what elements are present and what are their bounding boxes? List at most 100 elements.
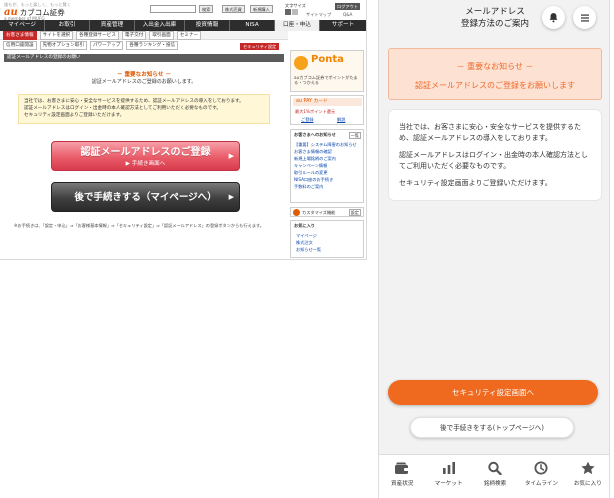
subnav-services[interactable]: 各種登録サービス xyxy=(76,30,119,40)
clock-icon xyxy=(534,461,548,475)
customer-news-title: お客さまへのお知らせ xyxy=(294,132,336,137)
register-email-sub: 手続き画面へ xyxy=(131,161,166,167)
do-later-top-button[interactable]: 後で手続きをする(トップページへ) xyxy=(410,417,574,438)
pc-body-box: 当社では、お客さまに安心・安全なサービスを提供するため、認証メールアドレスの導入… xyxy=(18,94,270,124)
aupay-register-link[interactable]: ご登録 xyxy=(301,117,314,122)
do-later-mypage-button[interactable]: 後で手続きする（マイページへ） ▶ xyxy=(51,182,240,212)
pc-body-line: 認証メールアドレスはログイン・出金時の本人確認方法としてご利用いただく必要なもの… xyxy=(24,106,221,111)
qa-link[interactable]: Q&A xyxy=(343,12,352,17)
nav-trade[interactable]: お取引 xyxy=(45,20,90,31)
subnav-site-select[interactable]: サイトを選択 xyxy=(39,30,74,40)
customize-button[interactable]: 設定 xyxy=(348,208,361,216)
register-email-button[interactable]: 認証メールアドレスのご登録 ▶ 手続き画面へ ▶ xyxy=(51,141,240,171)
register-email-label: 認証メールアドレスのご登録 xyxy=(80,147,211,158)
tab-market[interactable]: マーケット xyxy=(425,455,471,498)
notice-message: 認証メールアドレスのご登録をお願いします xyxy=(415,81,575,90)
tab-favorites-label: お気に入り xyxy=(573,481,602,487)
subnav-trading-screen[interactable]: 取引画面 xyxy=(149,30,174,40)
tab-assets[interactable]: 資産状況 xyxy=(379,455,425,498)
subnav-e-delivery[interactable]: 電子交付 xyxy=(121,30,147,40)
font-size-switch[interactable] xyxy=(285,9,298,15)
header-search-input[interactable] xyxy=(150,5,196,13)
notification-bell-button[interactable] xyxy=(542,6,565,29)
subnav-customer-info[interactable]: お客さま情報 xyxy=(3,30,37,40)
customize-label: カスタマイズ機能 xyxy=(302,209,336,215)
search-icon xyxy=(488,461,502,475)
customer-news-box: お客さまへのお知らせ 一覧 【重要】システム障害のお知らせ お客さま情報の確認 … xyxy=(290,129,364,203)
nav-info[interactable]: 投資情報 xyxy=(185,20,230,31)
tab-assets-label: 資産状況 xyxy=(391,481,414,487)
global-nav: マイページ お取引 資産管理 入出金入出庫 投資情報 NISA 口座・申込 サポ… xyxy=(0,20,366,31)
subnav-margin[interactable]: 信用口座開設 xyxy=(3,41,37,50)
nav-assets[interactable]: 資産管理 xyxy=(90,20,135,31)
nav-deposit[interactable]: 入出金入出庫 xyxy=(135,20,185,31)
nav-account[interactable]: 口座・申込 xyxy=(275,20,320,31)
news-item[interactable]: お客さま情報の確認 xyxy=(294,149,362,154)
news-item[interactable]: 【重要】システム障害のお知らせ xyxy=(294,142,362,147)
bottom-tab-bar: 資産状況 マーケット 銘柄検索 タイムライン お気に入り xyxy=(379,454,609,498)
subnav-futures[interactable]: 先物オプション取引 xyxy=(39,41,87,50)
do-later-label: 後で手続きする（マイページへ） xyxy=(74,192,217,203)
logout-button[interactable]: ログアウト xyxy=(335,3,360,10)
ponta-banner[interactable]: Ponta auカブコム証券でポイントがたまる・つかえる xyxy=(290,50,364,92)
news-item[interactable]: キャンペーン情報 xyxy=(294,163,362,168)
caret-right-icon: ▶ xyxy=(228,152,234,160)
aupay-title: au PAY カード xyxy=(293,98,362,106)
security-settings-tag[interactable]: セキュリティ設定 xyxy=(240,43,280,50)
tab-search-label: 銘柄検索 xyxy=(483,481,507,487)
notice-heading: － 重要なお知らせ － xyxy=(456,62,534,71)
pc-body-line: 当社では、お客さまに安心・安全なサービスを提供するため、認証メールアドレスの導入… xyxy=(24,99,244,104)
favorite-item[interactable]: マイページ xyxy=(296,233,317,238)
aupay-banner[interactable]: au PAY カード 最大1%ポイント還元 ご登録 解説 xyxy=(290,95,364,125)
security-settings-button[interactable]: セキュリティ設定画面へ xyxy=(388,380,598,405)
favorite-item[interactable]: 株式注文 xyxy=(296,240,313,245)
font-size-label: 文字サイズ xyxy=(285,3,306,8)
wallet-icon xyxy=(395,462,410,474)
nav-nisa[interactable]: NISA xyxy=(230,20,275,31)
subnav-powerup[interactable]: パワーアップ xyxy=(89,41,124,50)
info-paragraph: 当社では、お客さまに安心・安全なサービスを提供するため、認証メールアドレスの導入… xyxy=(399,123,581,142)
pc-footer-note: ※お手続きは、「設定・申込」⇒「お客様基本情報」⇒「セキュリティ設定」⇒「認証メ… xyxy=(14,223,264,228)
star-icon xyxy=(581,461,595,475)
header-search-button[interactable]: 検索 xyxy=(199,5,214,13)
aupay-detail-link[interactable]: 解説 xyxy=(337,117,345,122)
tab-favorites[interactable]: お気に入り xyxy=(565,455,609,498)
info-card: 当社では、お客さまに安心・安全なサービスを提供するため、認証メールアドレスの導入… xyxy=(388,109,602,201)
tab-timeline[interactable]: タイムライン xyxy=(518,455,564,498)
sub-nav-1: お客さま情報 サイトを選択 各種登録サービス 電子交付 取引画面 セミナー xyxy=(0,30,288,40)
sitemap-link[interactable]: サイトマップ xyxy=(306,12,331,17)
info-paragraph: 認証メールアドレスはログイン・出金時の本人確認方法としてご利用いただく必要なもの… xyxy=(399,151,588,170)
important-notice-box: － 重要なお知らせ － 認証メールアドレスのご登録をお願いします xyxy=(388,48,602,100)
nav-mypage[interactable]: マイページ xyxy=(0,20,45,31)
header-link-stock-trade[interactable]: 株式売買 xyxy=(222,5,245,13)
customize-icon xyxy=(293,208,300,216)
page-title-bar: 認証メールアドレスの登録のお願い xyxy=(4,54,284,62)
tab-search[interactable]: 銘柄検索 xyxy=(472,455,518,498)
customer-news-more[interactable]: 一覧 xyxy=(348,132,361,139)
pc-sidebar: Ponta auカブコム証券でポイントがたまる・つかえる au PAY カード … xyxy=(290,50,366,259)
aupay-text: 最大1%ポイント還元 xyxy=(295,109,336,114)
bar-chart-icon xyxy=(442,462,455,474)
header-link-new-purchase[interactable]: 新規購入 xyxy=(250,5,273,13)
news-item[interactable]: 新規上場銘柄のご案内 xyxy=(294,156,362,161)
tab-timeline-label: タイムライン xyxy=(524,481,558,487)
ponta-text: auカブコム証券でポイントがたまる・つかえる xyxy=(294,75,358,85)
ponta-mascot-icon xyxy=(294,56,308,70)
menu-button[interactable] xyxy=(573,6,596,29)
caret-right-icon: ▶ xyxy=(228,193,234,201)
info-paragraph: セキュリティ設定画面よりご登録いただけます。 xyxy=(399,179,552,187)
pc-body-line: セキュリティ設定画面よりご登録いただけます。 xyxy=(24,113,125,118)
mobile-app-view: メールアドレス 登録方法のご案内 － 重要なお知らせ － 認証メールアドレスのご… xyxy=(378,0,610,498)
news-item[interactable]: 取引ルールの変更 xyxy=(294,170,362,175)
news-item[interactable]: 手数料のご案内 xyxy=(294,184,362,189)
pc-notice-title: － 重要なお知らせ － xyxy=(116,72,172,78)
tab-market-label: マーケット xyxy=(434,481,463,487)
subnav-seminar[interactable]: セミナー xyxy=(176,30,202,40)
ponta-logo: Ponta xyxy=(311,54,344,65)
customize-bar: カスタマイズ機能 設定 xyxy=(290,207,364,217)
subnav-ranking[interactable]: 各種ランキング・投信 xyxy=(126,41,179,50)
pc-notice-sub: 認証メールアドレスのご登録のお願いします。 xyxy=(91,79,197,85)
favorite-item[interactable]: お知らせ一覧 xyxy=(296,247,321,252)
nav-support[interactable]: サポート xyxy=(320,20,366,31)
news-item[interactable]: NISA口座のお手続き xyxy=(294,177,362,182)
